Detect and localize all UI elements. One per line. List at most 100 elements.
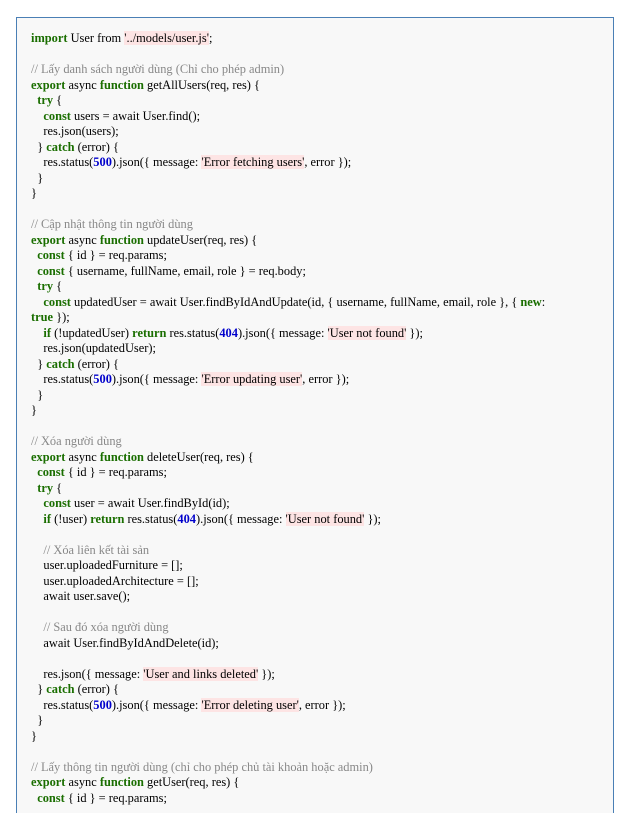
code-text: res.json(updatedUser); [31, 341, 156, 355]
code-line: } [31, 713, 603, 729]
code-text: res.json({ message: [31, 666, 144, 681]
code-text: }); [364, 511, 381, 526]
code-keyword: const [37, 263, 65, 278]
code-line: // Xóa liên kết tài sản [31, 543, 603, 559]
code-keyword: const [43, 294, 71, 309]
code-keyword: try [37, 93, 54, 107]
code-text: { username, fullName, email, role } = re… [64, 263, 306, 278]
code-line: res.json(users); [31, 124, 603, 140]
code-line: // Xóa người dùng [31, 434, 603, 450]
code-text: { id } = req.params; [64, 248, 167, 262]
code-keyword: if [43, 325, 51, 340]
code-line: // Sau đó xóa người dùng [31, 620, 603, 636]
code-text: (error) { [74, 356, 119, 371]
code-keyword: try [37, 480, 54, 495]
code-line: user.uploadedArchitecture = []; [31, 574, 603, 590]
code-line: } [31, 171, 603, 187]
code-text: User from [67, 31, 125, 45]
code-comment: // Cập nhật thông tin người dùng [31, 217, 193, 231]
code-line: const users = await User.find(); [31, 109, 603, 125]
code-line: const { id } = req.params; [31, 248, 603, 264]
code-text: await User.findByIdAndDelete(id); [31, 635, 219, 650]
code-line: const { id } = req.params; [31, 465, 603, 481]
code-string: 'User and links deleted' [143, 666, 259, 681]
code-text: getAllUsers(req, res) { [143, 77, 260, 92]
code-line: user.uploadedFurniture = []; [31, 558, 603, 574]
code-string: '../models/user.js' [124, 31, 209, 45]
code-text: res.status( [124, 511, 178, 526]
code-comment: // Xóa liên kết tài sản [43, 542, 150, 557]
code-text: { id } = req.params; [64, 465, 167, 479]
code-line: res.status(500).json({ message: 'Error u… [31, 372, 603, 388]
code-line: if (!user) return res.status(404).json({… [31, 511, 603, 528]
code-text: async [65, 232, 100, 247]
code-text: } [31, 186, 37, 200]
code-block: import User from '../models/user.js'; //… [16, 17, 614, 813]
code-line: export async function getAllUsers(req, r… [31, 78, 603, 94]
code-keyword: catch [46, 139, 75, 154]
code-text: } [31, 387, 44, 402]
code-text: } [31, 682, 47, 696]
code-listing: import User from '../models/user.js'; //… [31, 31, 603, 806]
code-string: 'Error deleting user' [201, 697, 299, 712]
code-keyword: true [31, 310, 54, 324]
code-line: res.status(500).json({ message: 'Error f… [31, 155, 603, 171]
code-text: res.status( [31, 155, 94, 169]
code-line: } catch (error) { [31, 357, 603, 373]
code-keyword: function [99, 77, 144, 92]
code-text: { id } = req.params; [64, 790, 167, 805]
code-line: res.status(500).json({ message: 'Error d… [31, 697, 603, 714]
code-keyword: const [43, 108, 71, 123]
code-keyword: catch [46, 682, 75, 696]
code-comment: // Xóa người dùng [31, 434, 122, 448]
code-line: true }); [31, 310, 603, 326]
code-line: await User.findByIdAndDelete(id); [31, 636, 603, 652]
code-text: , error }); [298, 697, 346, 712]
code-text: }); [406, 325, 423, 340]
code-text: await user.save(); [31, 589, 131, 603]
code-line: // Cập nhật thông tin người dùng [31, 217, 603, 233]
code-line: } [31, 403, 603, 419]
code-line: } [31, 388, 603, 404]
code-number: 500 [93, 372, 112, 386]
code-line: try { [31, 93, 603, 109]
code-text: getUser(req, res) { [143, 775, 240, 789]
code-keyword: const [37, 790, 65, 805]
code-keyword: function [99, 775, 144, 789]
code-text: { [53, 279, 63, 293]
code-text: ).json({ message: [195, 511, 286, 526]
code-string: 'User not found' [327, 325, 407, 340]
code-line: const { id } = req.params; [31, 791, 603, 807]
code-line: // Lấy danh sách người dùng (Chỉ cho phé… [31, 62, 603, 78]
code-text: res.status( [166, 325, 220, 340]
code-line: await user.save(); [31, 589, 603, 605]
code-keyword: function [99, 232, 144, 247]
document-page: import User from '../models/user.js'; //… [0, 0, 644, 813]
code-keyword: new [520, 294, 542, 309]
code-text: }); [53, 310, 70, 324]
code-text: (!user) [50, 511, 91, 526]
code-line: // Lấy thông tin người dùng (chỉ cho phé… [31, 760, 603, 776]
code-text: user.uploadedArchitecture = []; [31, 573, 199, 588]
code-number: 404 [177, 511, 196, 526]
code-text: { [53, 480, 63, 495]
code-keyword: const [37, 465, 65, 479]
code-text: ).json({ message: [111, 372, 202, 386]
code-number: 404 [219, 325, 238, 340]
code-string: 'User not found' [285, 511, 365, 526]
code-keyword: export [31, 77, 66, 92]
code-line: try { [31, 481, 603, 497]
code-text: ).json({ message: [111, 155, 202, 169]
code-line: export async function updateUser(req, re… [31, 233, 603, 249]
code-line: } [31, 186, 603, 202]
code-text: user = await User.findById(id); [70, 496, 230, 510]
code-keyword: const [43, 496, 71, 510]
code-line: } [31, 729, 603, 745]
code-text: res.json(users); [31, 124, 119, 138]
